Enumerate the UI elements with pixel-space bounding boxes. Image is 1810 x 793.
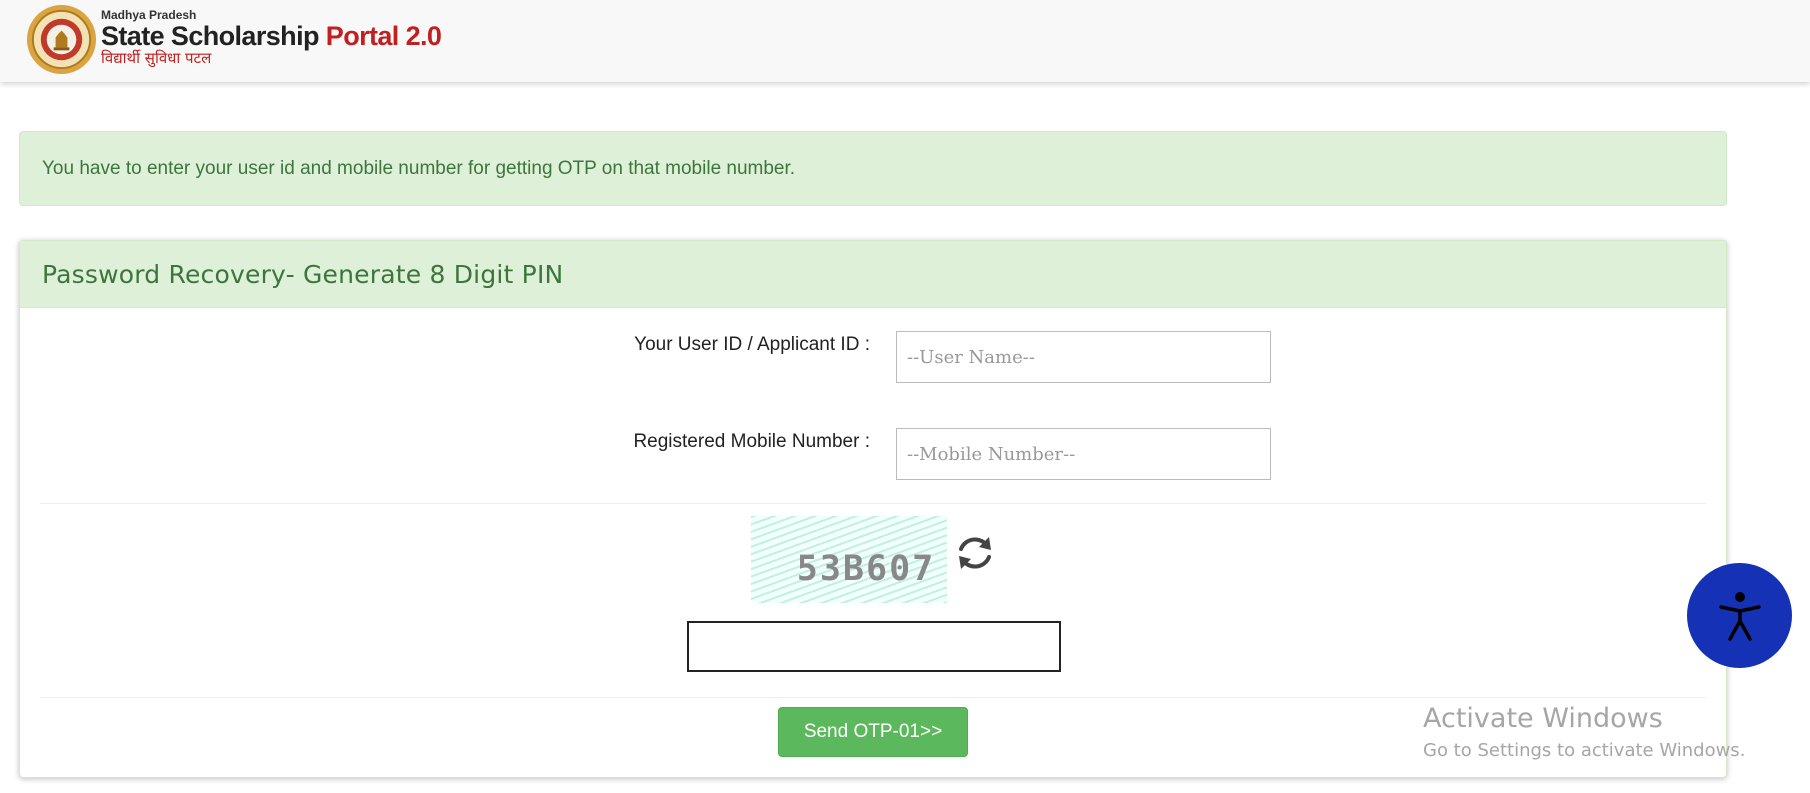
logo-title-main: State Scholarship (101, 21, 319, 51)
mobile-number-input[interactable] (896, 428, 1271, 480)
logo-hindi-tagline: विद्यार्थी सुविधा पटल (101, 49, 212, 67)
accessibility-icon (1718, 591, 1761, 641)
logo-state-name: Madhya Pradesh (101, 8, 197, 22)
user-id-label: Your User ID / Applicant ID : (634, 334, 870, 355)
panel-heading: Password Recovery- Generate 8 Digit PIN (20, 241, 1726, 308)
logo-title-portal: Portal 2.0 (325, 21, 442, 51)
watermark-subtitle: Go to Settings to activate Windows. (1423, 740, 1746, 761)
site-logo-text[interactable]: Madhya Pradesh State Scholarship Portal … (101, 8, 442, 67)
refresh-icon[interactable] (953, 531, 997, 575)
password-recovery-panel: Password Recovery- Generate 8 Digit PIN … (19, 240, 1727, 778)
send-otp-button[interactable]: Send OTP-01>> (778, 707, 968, 757)
mp-emblem-logo[interactable] (26, 4, 97, 75)
user-id-input[interactable] (896, 331, 1271, 383)
captcha-image: 53B607 (751, 516, 947, 603)
info-alert-text: You have to enter your user id and mobil… (42, 157, 796, 179)
logo-title: State Scholarship Portal 2.0 (101, 21, 442, 51)
captcha-input[interactable] (687, 621, 1061, 672)
info-alert: You have to enter your user id and mobil… (19, 131, 1727, 206)
accessibility-button[interactable] (1687, 563, 1792, 668)
form-divider-bottom (40, 697, 1706, 698)
captcha-text: 53B607 (796, 549, 936, 589)
windows-activation-watermark: Activate Windows Go to Settings to activ… (1423, 703, 1745, 761)
watermark-title: Activate Windows (1423, 703, 1663, 734)
form-divider (40, 503, 1706, 504)
site-header: Madhya Pradesh State Scholarship Portal … (0, 0, 1810, 82)
mobile-number-label: Registered Mobile Number : (633, 431, 870, 452)
panel-title: Password Recovery- Generate 8 Digit PIN (42, 259, 564, 289)
